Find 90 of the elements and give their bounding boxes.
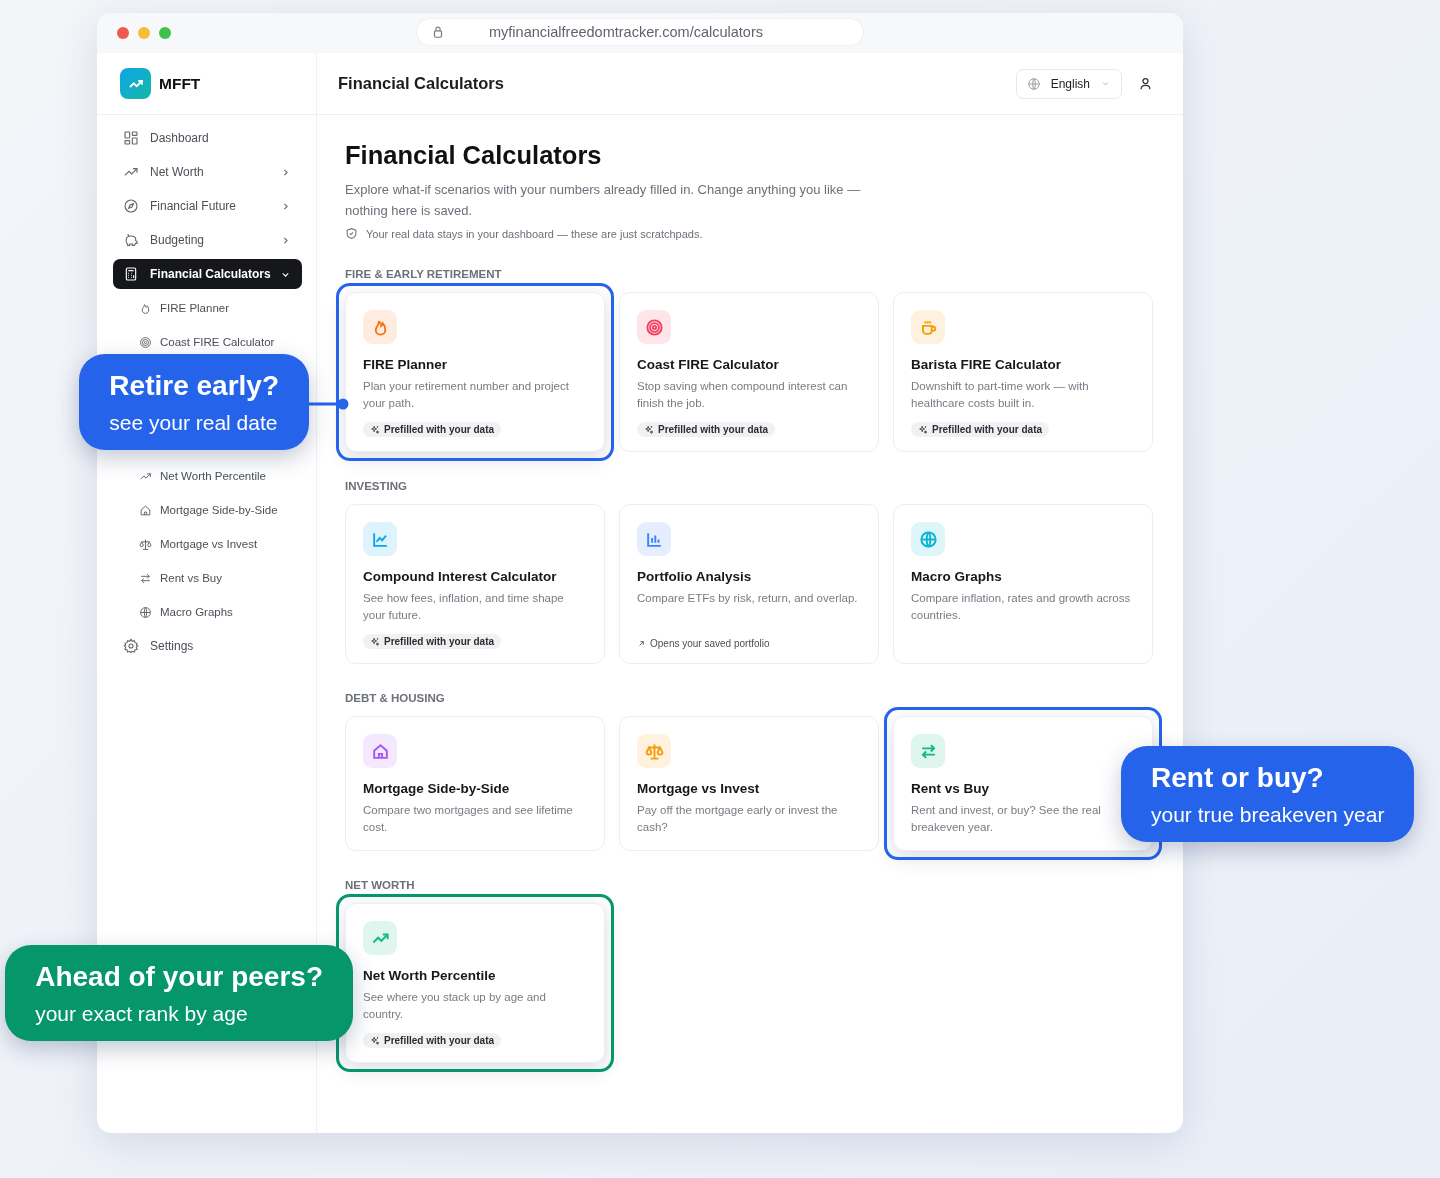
page-title: Financial Calculators xyxy=(345,141,603,170)
section-heading: INVESTING xyxy=(345,480,408,492)
calculator-card[interactable]: Coast FIRE Calculator Stop saving when compound interest can finish the job. Prefilled with your data xyxy=(619,292,879,452)
card-description: Pay off the mortgage early or invest the cash? xyxy=(637,803,839,835)
callout-title: Rent or buy? xyxy=(1151,761,1325,795)
card-description: Rent and invest, or buy? See the real breakeven year. xyxy=(911,803,1102,835)
card-description: Downshift to part-time work — with healthcare costs built in. xyxy=(911,379,1090,411)
prefilled-badge: Prefilled with your data xyxy=(363,422,502,437)
calculator-card[interactable]: Macro Graphs Compare inflation, rates and growth across countries. xyxy=(893,504,1153,664)
flame-icon xyxy=(139,301,152,315)
dashboard-icon xyxy=(123,130,139,146)
sidebar-item[interactable]: Settings xyxy=(113,631,302,661)
calculator-card[interactable]: Mortgage vs Invest Pay off the mortgage early or invest the cash? xyxy=(619,716,879,851)
card-title: Compound Interest Calculator xyxy=(363,569,558,584)
prefilled-badge: Prefilled with your data xyxy=(911,422,1050,437)
callout-subtitle: your true breakeven year xyxy=(1151,802,1385,828)
arrow-up-right-icon xyxy=(637,639,646,648)
header-title: Financial Calculators xyxy=(338,74,504,93)
globe-icon xyxy=(139,605,152,619)
callout-title: Ahead of your peers? xyxy=(35,960,323,994)
card-title: FIRE Planner xyxy=(363,357,449,372)
calculator-card[interactable]: Barista FIRE Calculator Downshift to part-time work — with healthcare costs built in. Prefilled with your data xyxy=(893,292,1153,452)
globe-icon xyxy=(1026,76,1041,91)
sidebar-subitem[interactable]: Coast FIRE Calculator xyxy=(139,327,302,357)
sidebar-subitem[interactable]: Mortgage vs Invest xyxy=(139,529,302,559)
prefilled-badge: Prefilled with your data xyxy=(637,422,776,437)
card-description: Stop saving when compound interest can finish the job. xyxy=(637,379,849,411)
settings-icon xyxy=(123,638,139,654)
card-title: Mortgage vs Invest xyxy=(637,781,761,796)
sidebar-subitem[interactable]: Rent vs Buy xyxy=(139,563,302,593)
callout-subtitle: see your real date xyxy=(109,410,279,436)
calculator-card[interactable]: FIRE Planner Plan your retirement number and project your path. Prefilled with your data xyxy=(345,292,605,452)
lock-icon xyxy=(431,25,445,39)
card-title: Macro Graphs xyxy=(911,569,1003,584)
card-title: Net Worth Percentile xyxy=(363,968,497,983)
sparkle-icon xyxy=(644,424,654,435)
minimize-window-button[interactable] xyxy=(138,27,150,39)
user-icon[interactable] xyxy=(1138,76,1153,91)
sidebar-subitem[interactable]: Mortgage Side-by-Side xyxy=(139,495,302,525)
prefilled-badge: Prefilled with your data xyxy=(363,634,502,649)
close-window-button[interactable] xyxy=(117,27,129,39)
card-description: See where you stack up by age and country. xyxy=(363,990,547,1022)
card-title: Mortgage Side-by-Side xyxy=(363,781,511,796)
card-description: Plan your retirement number and project your path. xyxy=(363,379,570,411)
card-title: Portfolio Analysis xyxy=(637,569,753,584)
card-description: Compare two mortgages and see lifetime cost. xyxy=(363,803,574,835)
calculator-card[interactable]: Portfolio Analysis Compare ETFs by risk, return, and overlap. Opens your saved portfolio xyxy=(619,504,879,664)
address-bar[interactable]: myfinancialfreedomtracker.com/calculators xyxy=(417,19,863,45)
calculator-card[interactable]: Compound Interest Calculator See how fees, inflation, and time shape your future. Prefilled with your data xyxy=(345,504,605,664)
calculator-card[interactable]: Net Worth Percentile See where you stack up by age and country. Prefilled with your data xyxy=(345,903,605,1063)
card-link[interactable]: Opens your saved portfolio xyxy=(637,628,861,649)
swap-arrows-icon xyxy=(139,571,152,585)
section-heading: NET WORTH xyxy=(345,879,416,891)
app-name: MFFT xyxy=(159,74,201,93)
card-title: Coast FIRE Calculator xyxy=(637,357,780,372)
sidebar-item[interactable]: Financial Calculators xyxy=(113,259,302,289)
card-description: Compare ETFs by risk, return, and overlap. xyxy=(637,591,859,606)
section-heading: DEBT & HOUSING xyxy=(345,692,446,704)
sidebar-subitem[interactable]: FIRE Planner xyxy=(139,293,302,323)
card-title: Barista FIRE Calculator xyxy=(911,357,1063,372)
card-title: Rent vs Buy xyxy=(911,781,991,796)
sidebar-subitem[interactable]: Net Worth Percentile xyxy=(139,461,302,491)
scale-icon xyxy=(139,537,152,551)
section-heading: FIRE & EARLY RETIREMENT xyxy=(345,268,503,280)
sidebar-item[interactable]: Net Worth xyxy=(113,157,302,187)
page-description: Explore what-if scenarios with your numbers already filled in. Change anything you like — nothing here is saved. xyxy=(345,181,862,220)
callout-subtitle: your exact rank by age xyxy=(35,1001,249,1027)
sidebar-item[interactable]: Financial Future xyxy=(113,191,302,221)
sidebar-item[interactable]: Budgeting xyxy=(113,225,302,255)
compass-icon xyxy=(123,198,139,214)
card-description: See how fees, inflation, and time shape your future. xyxy=(363,591,565,623)
sidebar-subitem[interactable]: Macro Graphs xyxy=(139,597,302,627)
calculator-icon xyxy=(123,266,139,282)
sparkle-icon xyxy=(370,1035,380,1046)
privacy-note: Your real data stays in your dashboard — these are just scratchpads. xyxy=(366,227,703,240)
maximize-window-button[interactable] xyxy=(159,27,171,39)
sparkle-icon xyxy=(918,424,928,435)
logo-icon xyxy=(120,68,151,99)
callout-title: Retire early? xyxy=(109,369,279,403)
sparkle-icon xyxy=(370,424,380,435)
prefilled-badge: Prefilled with your data xyxy=(363,1033,502,1048)
house-icon xyxy=(139,503,152,517)
target-icon xyxy=(139,335,152,349)
calculator-card[interactable]: Mortgage Side-by-Side Compare two mortgages and see lifetime cost. xyxy=(345,716,605,851)
shield-check-icon xyxy=(345,227,358,240)
piggy-bank-icon xyxy=(123,232,139,248)
card-description: Compare inflation, rates and growth across countries. xyxy=(911,591,1132,623)
sparkle-icon xyxy=(370,636,380,647)
language-select[interactable]: English xyxy=(1015,68,1122,99)
sidebar-item[interactable]: Dashboard xyxy=(113,123,302,153)
